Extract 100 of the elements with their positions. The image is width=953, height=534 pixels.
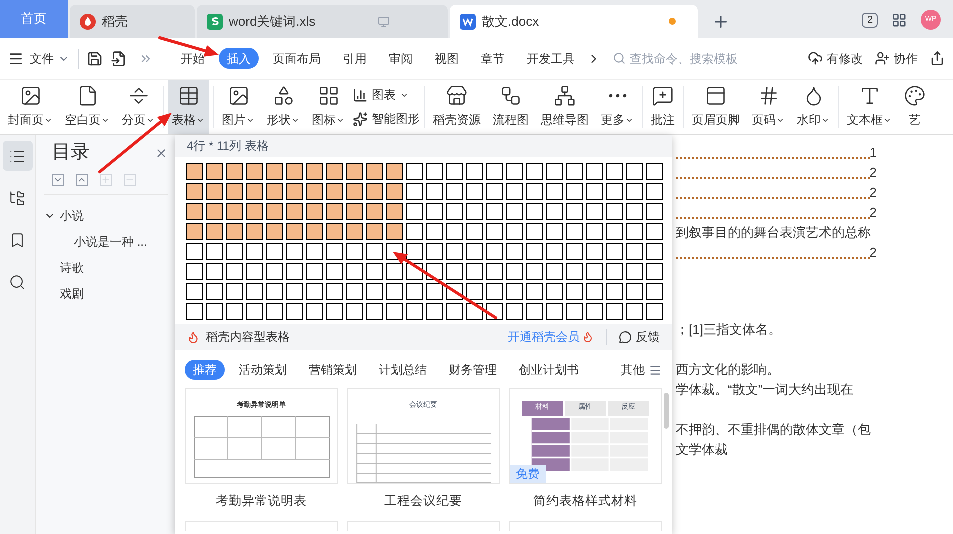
- grid-square[interactable]: [266, 163, 283, 180]
- grid-square[interactable]: [506, 283, 523, 300]
- grid-square[interactable]: [286, 243, 303, 260]
- grid-square[interactable]: [406, 203, 423, 220]
- grid-square[interactable]: [266, 283, 283, 300]
- new-tab-icon[interactable]: [712, 13, 730, 31]
- grid-square[interactable]: [646, 183, 663, 200]
- ribbon-button[interactable]: 水印: [793, 80, 834, 134]
- grid-square[interactable]: [226, 223, 243, 240]
- grid-square[interactable]: [346, 283, 363, 300]
- grid-square[interactable]: [426, 223, 443, 240]
- grid-square[interactable]: [646, 303, 663, 320]
- grid-square[interactable]: [346, 243, 363, 260]
- grid-square[interactable]: [406, 243, 423, 260]
- grid-square[interactable]: [446, 203, 463, 220]
- save-icon[interactable]: [87, 50, 103, 66]
- menu-icon[interactable]: [8, 50, 24, 66]
- grid-square[interactable]: [246, 283, 263, 300]
- outline-item[interactable]: 戏剧: [60, 284, 84, 302]
- grid-square[interactable]: [546, 223, 563, 240]
- grid-square[interactable]: [526, 183, 543, 200]
- document-tab[interactable]: 散文.docx: [450, 5, 698, 38]
- apps-grid-icon[interactable]: [892, 13, 907, 28]
- grid-square[interactable]: [346, 223, 363, 240]
- grid-square[interactable]: [206, 283, 223, 300]
- grid-square[interactable]: [566, 183, 583, 200]
- grid-square[interactable]: [426, 243, 443, 260]
- ribbon-button[interactable]: 分页: [118, 80, 159, 134]
- ribbon-button[interactable]: 稻壳资源: [429, 80, 485, 134]
- grid-square[interactable]: [466, 183, 483, 200]
- expand-all-icon[interactable]: [52, 174, 64, 186]
- grid-square[interactable]: [626, 163, 643, 180]
- grid-square[interactable]: [626, 203, 643, 220]
- grid-square[interactable]: [226, 243, 243, 260]
- ribbon-button[interactable]: 思维导图: [537, 80, 593, 134]
- grid-square[interactable]: [346, 303, 363, 320]
- grid-square[interactable]: [286, 163, 303, 180]
- grid-square[interactable]: [186, 203, 203, 220]
- grid-square[interactable]: [646, 243, 663, 260]
- grid-square[interactable]: [586, 163, 603, 180]
- grid-square[interactable]: [266, 243, 283, 260]
- grid-square[interactable]: [286, 263, 303, 280]
- grid-square[interactable]: [646, 203, 663, 220]
- ribbon-tab[interactable]: 审阅: [381, 48, 421, 69]
- grid-square[interactable]: [466, 263, 483, 280]
- grid-square[interactable]: [306, 283, 323, 300]
- outline-item[interactable]: 小说: [60, 206, 84, 224]
- grid-square[interactable]: [206, 203, 223, 220]
- grid-square[interactable]: [586, 223, 603, 240]
- grid-square[interactable]: [226, 283, 243, 300]
- grid-square[interactable]: [566, 163, 583, 180]
- grid-square[interactable]: [526, 203, 543, 220]
- grid-square[interactable]: [306, 263, 323, 280]
- grid-square[interactable]: [406, 223, 423, 240]
- grid-square[interactable]: [326, 263, 343, 280]
- ribbon-button[interactable]: 图片: [218, 80, 259, 134]
- more-categories-button[interactable]: 其他: [621, 361, 662, 379]
- grid-square[interactable]: [226, 183, 243, 200]
- grid-square[interactable]: [246, 303, 263, 320]
- grid-square[interactable]: [286, 183, 303, 200]
- grid-square[interactable]: [506, 303, 523, 320]
- scrollbar-thumb[interactable]: [664, 393, 669, 429]
- grid-square[interactable]: [286, 283, 303, 300]
- ribbon-button[interactable]: 更多: [597, 80, 638, 134]
- grid-square[interactable]: [506, 203, 523, 220]
- grid-square[interactable]: [566, 243, 583, 260]
- grid-square[interactable]: [466, 283, 483, 300]
- grid-square[interactable]: [646, 223, 663, 240]
- grid-square[interactable]: [546, 183, 563, 200]
- ribbon-button[interactable]: 形状: [263, 80, 304, 134]
- grid-square[interactable]: [406, 163, 423, 180]
- window-count-button[interactable]: 2: [862, 13, 878, 28]
- grid-square[interactable]: [266, 303, 283, 320]
- grid-square[interactable]: [626, 303, 643, 320]
- grid-square[interactable]: [366, 203, 383, 220]
- grid-square[interactable]: [606, 183, 623, 200]
- grid-square[interactable]: [326, 223, 343, 240]
- grid-square[interactable]: [486, 183, 503, 200]
- grid-square[interactable]: [326, 183, 343, 200]
- grid-square[interactable]: [206, 223, 223, 240]
- ribbon-button[interactable]: 图标: [308, 80, 349, 134]
- grid-square[interactable]: [366, 223, 383, 240]
- grid-square[interactable]: [186, 283, 203, 300]
- grid-square[interactable]: [426, 183, 443, 200]
- grid-square[interactable]: [406, 283, 423, 300]
- grid-square[interactable]: [546, 203, 563, 220]
- document-tab[interactable]: word关键词.xls: [197, 5, 448, 38]
- grid-square[interactable]: [426, 303, 443, 320]
- grid-square[interactable]: [266, 263, 283, 280]
- grid-square[interactable]: [226, 303, 243, 320]
- category-tab[interactable]: 营销策划: [301, 360, 365, 380]
- ribbon-button[interactable]: 空白页: [61, 80, 114, 134]
- grid-square[interactable]: [346, 263, 363, 280]
- grid-square[interactable]: [466, 203, 483, 220]
- grid-square[interactable]: [486, 163, 503, 180]
- outline-item[interactable]: 小说是一种 ...: [74, 232, 168, 250]
- ribbon-button[interactable]: 页眉页脚: [688, 80, 744, 134]
- grid-square[interactable]: [566, 303, 583, 320]
- grid-square[interactable]: [326, 163, 343, 180]
- ribbon-button[interactable]: 页码: [748, 80, 789, 134]
